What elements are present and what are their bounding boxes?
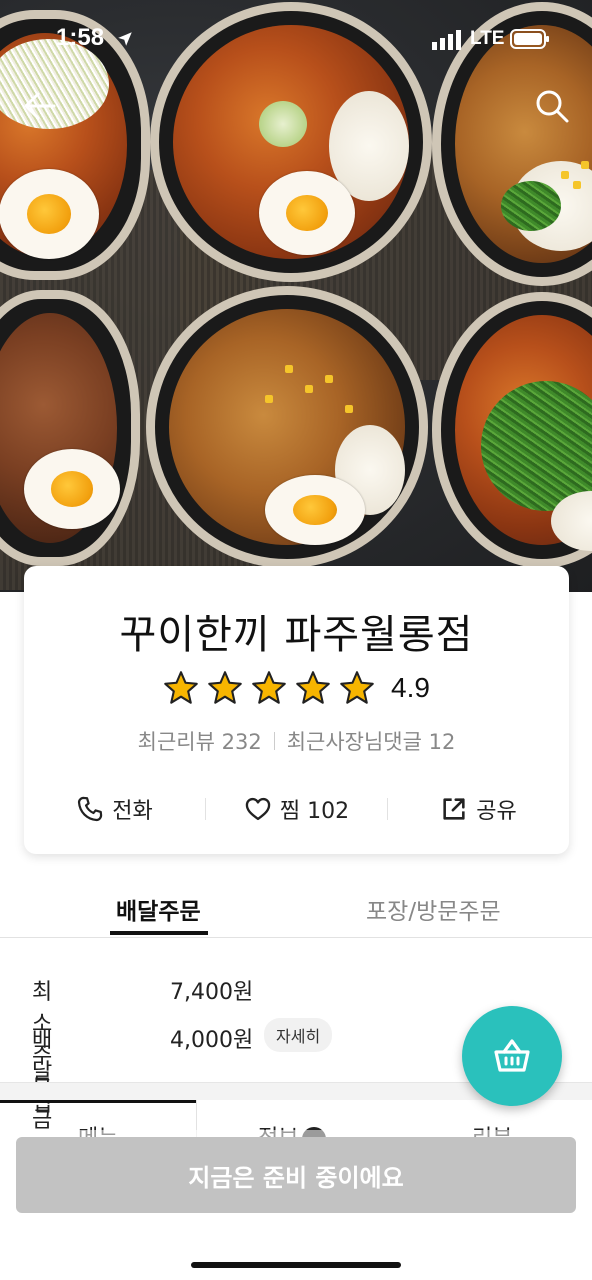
share-icon: [443, 798, 465, 820]
basket-icon: [494, 1039, 530, 1072]
tab-delivery-order[interactable]: 배달주문: [116, 892, 201, 926]
status-time: 1:58: [56, 24, 105, 51]
delivery-tip-detail-button[interactable]: 자세히: [264, 1018, 333, 1052]
store-name: 꾸이한끼 파주월롱점: [119, 612, 474, 658]
recent-reviews-link[interactable]: 최근리뷰 232: [138, 726, 262, 756]
search-icon[interactable]: [534, 88, 570, 124]
owner-replies-link[interactable]: 최근사장님댓글 12: [287, 726, 456, 756]
like-label: 찜 102: [279, 799, 350, 824]
star-icon: [208, 671, 242, 704]
divider: [273, 732, 275, 750]
like-button[interactable]: 찜 102: [206, 793, 387, 825]
signal-icon: [432, 30, 461, 50]
preparing-order-button[interactable]: 지금은 준비 중이에요: [16, 1137, 576, 1213]
star-icon: [252, 671, 286, 704]
star-icon: [340, 671, 374, 704]
tab-pickup-order[interactable]: 포장/방문주문: [366, 892, 501, 926]
battery-icon: [510, 29, 549, 49]
call-button[interactable]: 전화: [24, 793, 205, 825]
order-type-tabs: 배달주문 포장/방문주문: [0, 880, 592, 938]
call-label: 전화: [112, 799, 153, 824]
active-tab-indicator: [0, 1100, 196, 1103]
share-button[interactable]: 공유: [388, 793, 569, 825]
star-icon: [164, 671, 198, 704]
home-indicator[interactable]: [191, 1262, 401, 1268]
star-icon: [296, 671, 330, 704]
phone-icon: [78, 796, 103, 822]
delivery-tip-value: 4,000원: [170, 1028, 254, 1053]
status-bar: 1:58 LTE: [0, 22, 592, 58]
location-arrow-icon: [118, 32, 132, 46]
network-type: LTE: [470, 28, 505, 49]
cart-button[interactable]: [462, 1006, 562, 1106]
store-hero-image: [0, 0, 592, 592]
rating-value: 4.9: [391, 672, 430, 703]
store-info-card: 꾸이한끼 파주월롱점 4.9 최근리뷰 232 최근사장님댓글 12 전화 찜 …: [24, 566, 569, 854]
min-order-value: 7,400원: [170, 980, 254, 1005]
store-actions: 전화 찜 102 공유: [24, 784, 569, 834]
active-tab-indicator: [110, 931, 208, 935]
heart-icon: [245, 797, 271, 821]
store-rating: 4.9: [24, 670, 569, 706]
back-arrow-icon[interactable]: [22, 88, 58, 124]
share-label: 공유: [476, 799, 517, 824]
review-summary: 최근리뷰 232 최근사장님댓글 12: [24, 726, 569, 756]
